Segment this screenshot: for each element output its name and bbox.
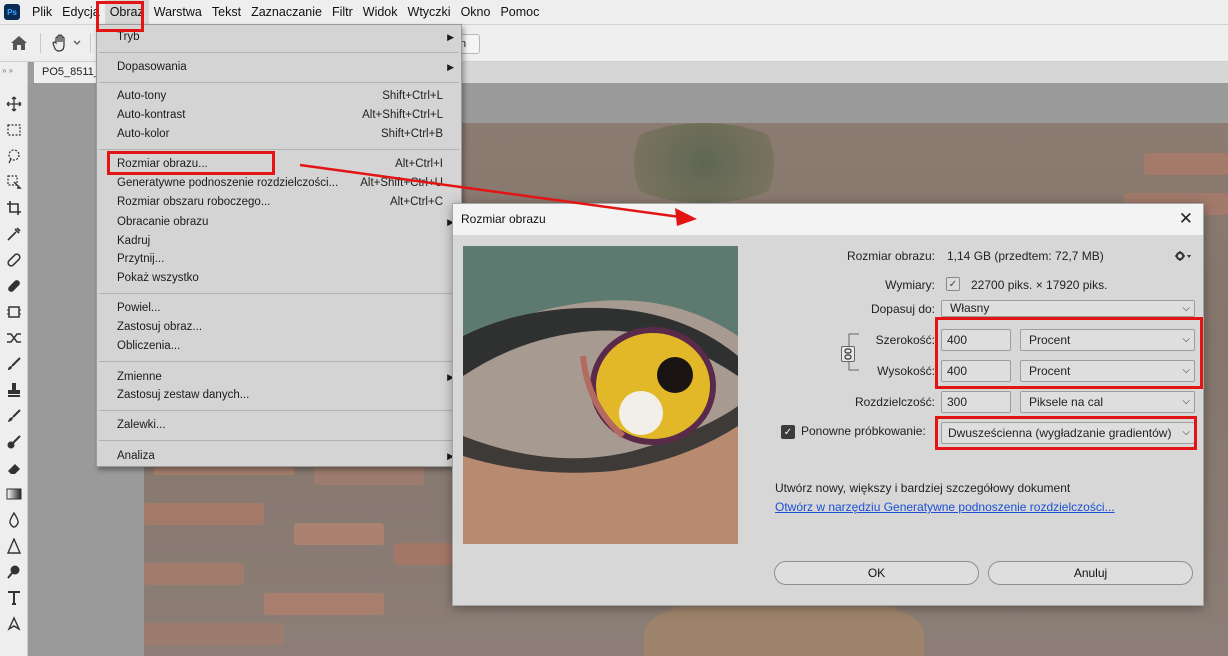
annotation-arrow (299, 163, 697, 226)
photoshop-window: Ps Plik Edycja Obraz Warstwa Tekst Zazna… (0, 0, 1228, 656)
